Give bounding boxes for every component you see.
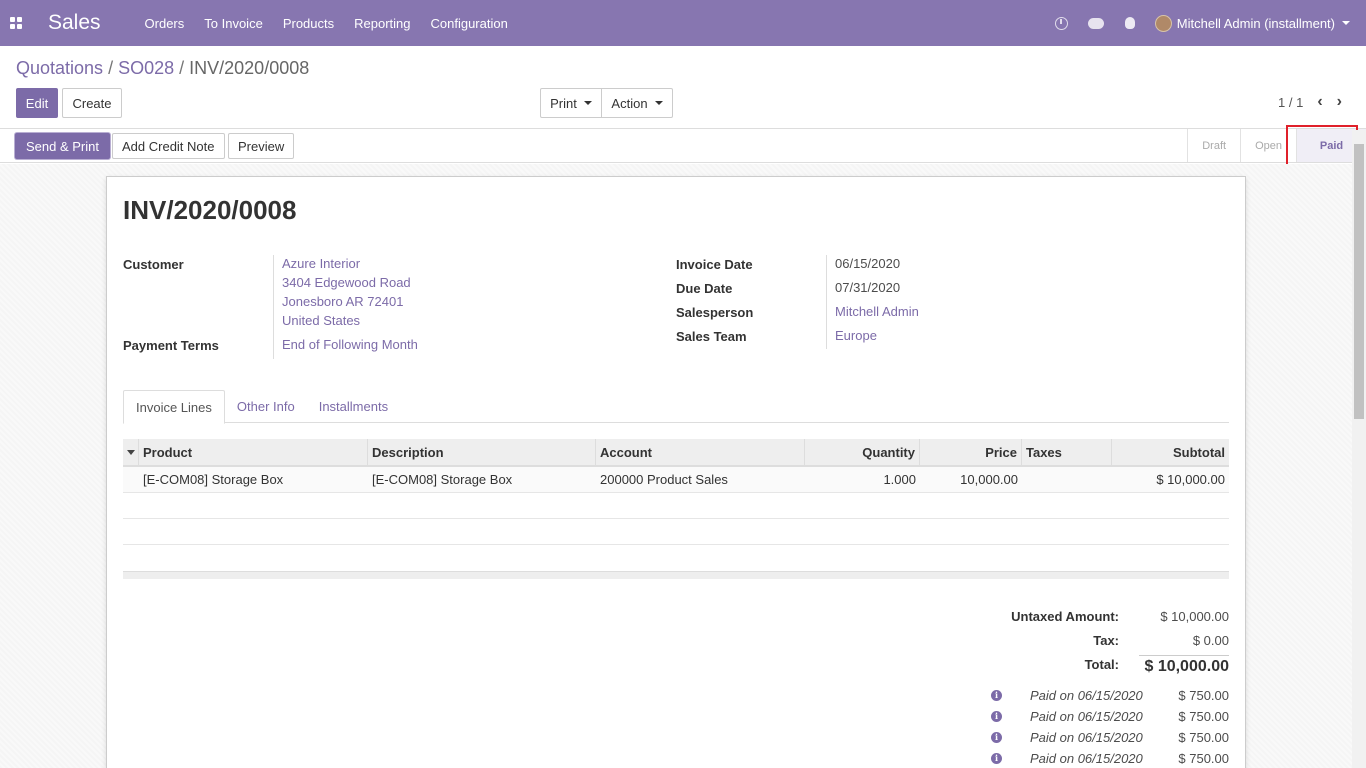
tab-invoice-lines[interactable]: Invoice Lines [123,390,225,424]
payment-row: i Paid on 06/15/2020 $ 750.00 [991,685,1229,705]
untaxed-amount-label: Untaxed Amount: [1011,609,1119,624]
menu-configuration[interactable]: Configuration [421,16,518,31]
chevron-down-icon [654,101,663,105]
tax-value: $ 0.00 [1192,633,1229,648]
tax-label: Tax: [1093,633,1119,648]
empty-row [123,519,1229,545]
breadcrumb-current: INV/2020/0008 [189,58,310,78]
col-product[interactable]: Product [139,439,368,465]
salesperson-label: Salesperson [676,305,754,320]
info-icon[interactable]: i [991,752,1002,764]
table-row[interactable]: [E-COM08] Storage Box [E-COM08] Storage … [123,467,1229,493]
payment-row: i Paid on 06/15/2020 $ 750.00 [991,727,1229,747]
pager: 1 / 1 ‹ › [1278,93,1342,111]
pager-value[interactable]: 1 / 1 [1278,95,1303,110]
info-icon[interactable]: i [991,710,1002,722]
chat-icon[interactable] [1079,17,1113,29]
payment-terms-label: Payment Terms [123,338,219,353]
chevron-right-icon[interactable]: › [1337,93,1342,111]
send-print-button[interactable]: Send & Print [15,133,110,159]
payment-row: i Paid on 06/15/2020 $ 750.00 [991,706,1229,726]
total-value: $ 10,000.00 [1144,658,1229,675]
col-taxes[interactable]: Taxes [1022,439,1112,465]
apps-menu-icon[interactable] [0,0,32,46]
invoice-lines-table: Product Description Account Quantity Pri… [123,439,1229,579]
invoice-number: INV/2020/0008 [123,195,297,225]
sort-caret-icon[interactable] [123,439,139,465]
invoice-date-value: 06/15/2020 [835,256,901,271]
sales-team-label: Sales Team [676,329,747,344]
chevron-left-icon[interactable]: ‹ [1317,93,1322,111]
create-button[interactable]: Create [62,88,122,118]
tab-installments[interactable]: Installments [307,390,400,423]
menu-orders[interactable]: Orders [135,16,195,31]
user-name: Mitchell Admin (installment) [1176,15,1335,31]
chevron-down-icon [1342,21,1350,25]
invoice-sheet: INV/2020/0008 Customer Azure Interior 34… [106,176,1246,768]
menu-products[interactable]: Products [273,16,344,31]
col-description[interactable]: Description [368,439,596,465]
action-dropdown[interactable]: Action [602,88,673,118]
menu-to-invoice[interactable]: To Invoice [194,16,273,31]
salesperson-value[interactable]: Mitchell Admin [835,302,919,321]
navbar-systray: Mitchell Admin (installment) [1045,14,1366,32]
breadcrumb-quotations[interactable]: Quotations [16,58,103,78]
app-name: Sales [48,11,101,34]
edit-button[interactable]: Edit [16,88,58,118]
stage-draft: Draft [1187,129,1240,162]
bug-icon[interactable] [1113,17,1147,29]
payment-terms-value[interactable]: End of Following Month [282,335,418,354]
untaxed-amount-value: $ 10,000.00 [1160,609,1229,624]
activity-clock-icon[interactable] [1045,16,1079,30]
table-header: Product Description Account Quantity Pri… [123,439,1229,467]
sales-team-value[interactable]: Europe [835,326,877,345]
add-credit-note-button[interactable]: Add Credit Note [112,133,225,159]
top-navbar: Sales Orders To Invoice Products Reporti… [0,0,1366,46]
breadcrumb-so028[interactable]: SO028 [118,58,174,78]
breadcrumb: Quotations / SO028/INV/2020/0008 [16,58,310,78]
total-label: Total: [1084,657,1119,672]
empty-row [123,493,1229,519]
print-action-group: Print Action [540,88,673,118]
payment-row: i Paid on 06/15/2020 $ 750.00 [991,748,1229,768]
table-footer [123,571,1229,579]
customer-value[interactable]: Azure Interior 3404 Edgewood Road Jonesb… [282,254,411,330]
info-icon[interactable]: i [991,731,1002,743]
col-subtotal[interactable]: Subtotal [1112,439,1229,465]
col-quantity[interactable]: Quantity [805,439,920,465]
empty-row [123,545,1229,571]
status-bar: Send & Print Add Credit Note Preview Dra… [0,128,1366,163]
avatar [1154,14,1172,32]
preview-button[interactable]: Preview [228,133,295,159]
chevron-down-icon [583,101,592,105]
tab-other-info[interactable]: Other Info [225,390,307,423]
scrollbar[interactable] [1352,130,1366,768]
due-date-value: 07/31/2020 [835,280,901,295]
user-menu[interactable]: Mitchell Admin (installment) [1154,14,1350,32]
print-dropdown[interactable]: Print [540,88,602,118]
menu-reporting[interactable]: Reporting [344,16,420,31]
due-date-label: Due Date [676,281,733,296]
invoice-date-label: Invoice Date [676,257,753,272]
main-menu: Orders To Invoice Products Reporting Con… [135,16,518,31]
notebook-tabs: Invoice Lines Other Info Installments [123,390,1229,424]
info-icon[interactable]: i [991,689,1002,701]
col-price[interactable]: Price [920,439,1022,465]
col-account[interactable]: Account [596,439,805,465]
customer-label: Customer [123,257,184,272]
